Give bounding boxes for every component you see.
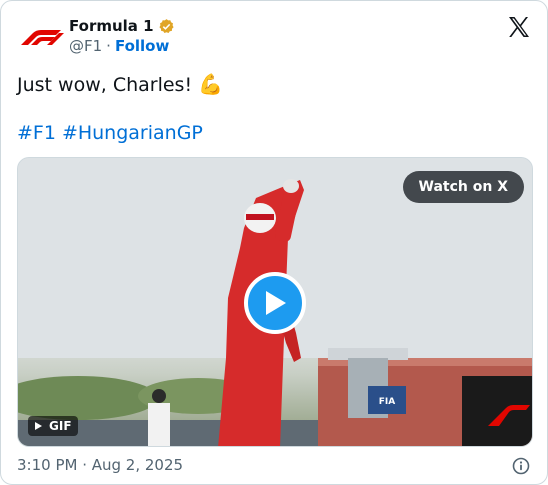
author-name-row: Formula 1 — [69, 17, 175, 35]
tweet-body: Just wow, Charles! — [17, 74, 193, 96]
gif-label: GIF — [49, 419, 72, 433]
f1-logo-avatar[interactable] — [17, 23, 65, 51]
tweet-embed-card: Formula 1 @F1 · Follow Just wow, Charles… — [0, 0, 548, 485]
tweet-text: Just wow, Charles! 💪 — [17, 71, 223, 98]
watch-on-x-button[interactable]: Watch on X — [402, 171, 524, 203]
play-icon — [266, 291, 286, 315]
author-handle[interactable]: @F1 — [69, 37, 102, 55]
hashtag-f1[interactable]: #F1 — [17, 120, 56, 146]
tweet-header: Formula 1 @F1 · Follow — [17, 15, 531, 59]
hashtags: #F1 #HungarianGP — [17, 120, 203, 146]
timestamp-link[interactable]: 3:10 PM · Aug 2, 2025 — [17, 456, 183, 474]
author-name[interactable]: Formula 1 — [69, 17, 154, 35]
tweet-footer: 3:10 PM · Aug 2, 2025 — [17, 456, 531, 476]
flexed-biceps-emoji: 💪 — [198, 72, 224, 96]
gif-badge: GIF — [28, 416, 78, 436]
separator-dot: · — [106, 37, 111, 55]
hashtag-hungariangp[interactable]: #HungarianGP — [62, 120, 203, 146]
info-icon[interactable] — [511, 456, 531, 476]
follow-button[interactable]: Follow — [115, 37, 169, 55]
verified-badge-icon — [158, 18, 175, 35]
play-button[interactable] — [244, 272, 306, 334]
author-handle-row: @F1 · Follow — [69, 37, 169, 55]
video-media[interactable]: FIA Watch on X GIF — [17, 157, 533, 447]
svg-text:FIA: FIA — [379, 397, 395, 407]
x-logo-icon[interactable] — [507, 15, 531, 39]
small-play-icon — [35, 422, 42, 430]
